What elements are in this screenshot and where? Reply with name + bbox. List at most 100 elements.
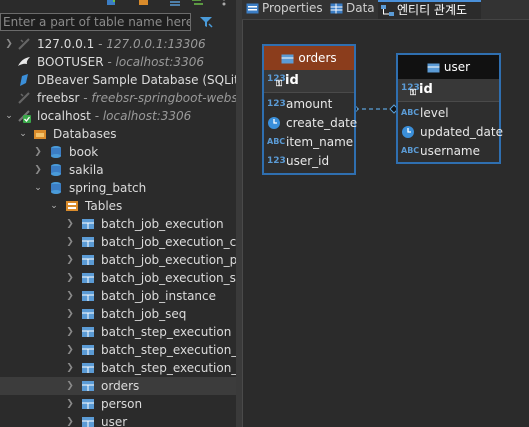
field-name: updated_date <box>420 125 503 139</box>
link-editor-icon[interactable] <box>191 0 203 6</box>
expand-arrow-icon[interactable] <box>4 89 14 107</box>
view-menu-icon[interactable] <box>218 0 230 6</box>
table-icon <box>82 255 94 265</box>
collapse-all-icon[interactable] <box>169 0 181 6</box>
tab-er-diagram[interactable]: 엔티티 관계도 <box>378 0 481 19</box>
add-connection-icon[interactable] <box>106 0 118 6</box>
expand-arrow-icon[interactable]: ❯ <box>65 251 75 269</box>
expand-arrow-icon[interactable]: ❯ <box>4 35 14 53</box>
er-diagram-icon <box>381 5 394 16</box>
expand-arrow-icon[interactable] <box>4 71 14 89</box>
connection-item[interactable]: BOOTUSER - localhost:3306 <box>0 53 236 71</box>
mysql-dolphin-icon <box>18 57 30 66</box>
table-name: batch_step_execution_seq <box>101 361 236 375</box>
tab-data[interactable]: Data <box>330 0 376 19</box>
properties-icon <box>246 3 259 14</box>
field-row[interactable]: create_date <box>264 114 357 133</box>
schema-item[interactable]: ❯ book <box>0 143 236 161</box>
connection-disconnected-icon <box>18 92 30 104</box>
table-item[interactable]: ❯ batch_job_seq <box>0 305 236 323</box>
expand-arrow-icon[interactable]: ❯ <box>65 359 75 377</box>
connection-item[interactable]: ❯ 127.0.0.1 - 127.0.0.1:13306 <box>0 35 236 53</box>
connection-name: localhost <box>37 109 91 123</box>
timestamp-icon <box>268 117 280 129</box>
editor-area: Properties Data 엔티티 관계도 orders 123 ⚿ id 12… <box>242 0 529 427</box>
table-item[interactable]: ❯ batch_job_execution_context <box>0 233 236 251</box>
expand-arrow-icon[interactable]: ❯ <box>65 395 75 413</box>
tab-properties[interactable]: Properties <box>246 0 324 19</box>
collapse-arrow-icon[interactable]: ⌄ <box>18 125 28 143</box>
table-icon <box>82 273 94 283</box>
schema-name: spring_batch <box>69 181 147 195</box>
filter-icon[interactable] <box>199 15 213 29</box>
text-type-icon: ABC <box>267 137 286 146</box>
connection-item[interactable]: ⌄ localhost - localhost:3306 <box>0 107 236 125</box>
expand-arrow-icon[interactable]: ❯ <box>65 305 75 323</box>
expand-arrow-icon[interactable]: ❯ <box>65 413 75 427</box>
connection-item[interactable]: freebsr - freebsr-springboot-webservice <box>0 89 236 107</box>
database-icon <box>51 164 61 176</box>
connection-name: 127.0.0.1 <box>37 37 95 51</box>
entity-header[interactable]: orders <box>264 46 354 70</box>
primary-key-row[interactable]: 123 ⚿ id <box>398 79 499 102</box>
table-icon <box>82 363 94 373</box>
collapse-arrow-icon[interactable]: ⌄ <box>49 197 59 215</box>
entity-orders[interactable]: orders 123 ⚿ id 123 amount create_date ABC ite… <box>262 44 357 175</box>
field-list: 123 amount create_date ABC item_name 123 user_… <box>264 93 357 171</box>
expand-arrow-icon[interactable]: ❯ <box>33 143 43 161</box>
connection-item[interactable]: DBeaver Sample Database (SQLite) <box>0 71 236 89</box>
schema-item[interactable]: ⌄ spring_batch <box>0 179 236 197</box>
relationship-connector[interactable] <box>352 95 400 125</box>
table-item[interactable]: ❯ batch_job_execution_params <box>0 251 236 269</box>
expand-arrow-icon[interactable]: ❯ <box>65 323 75 341</box>
table-item[interactable]: ❯ batch_step_execution <box>0 323 236 341</box>
primary-key-row[interactable]: 123 ⚿ id <box>264 70 354 93</box>
table-name: batch_step_execution <box>101 325 232 339</box>
numeric-type-icon: 123 <box>267 156 286 166</box>
connection-name: DBeaver Sample Database (SQLite) <box>37 73 236 87</box>
collapse-arrow-icon[interactable]: ⌄ <box>33 179 43 197</box>
table-item[interactable]: ❯ person <box>0 395 236 413</box>
field-row[interactable]: ABC level <box>398 104 499 123</box>
table-item[interactable]: ❯ user <box>0 413 236 427</box>
field-row[interactable]: 123 amount <box>264 95 354 114</box>
diagram-edge <box>242 20 243 427</box>
expand-arrow-icon[interactable] <box>4 53 14 71</box>
collapse-arrow-icon[interactable]: ⌄ <box>4 107 14 125</box>
table-item[interactable]: ❯ orders <box>0 377 236 395</box>
schema-item[interactable]: ❯ sakila <box>0 161 236 179</box>
table-item[interactable]: ❯ batch_job_instance <box>0 287 236 305</box>
expand-arrow-icon[interactable]: ❯ <box>65 215 75 233</box>
timestamp-icon <box>402 126 414 138</box>
table-name: batch_job_execution_params <box>101 253 236 267</box>
connection-disconnected-icon <box>18 38 30 50</box>
expand-arrow-icon[interactable]: ❯ <box>65 233 75 251</box>
numeric-key-icon: 123 ⚿ <box>401 83 420 97</box>
table-filter-input[interactable]: Enter a part of table name here <box>0 13 191 31</box>
table-item[interactable]: ❯ batch_step_execution_context <box>0 341 236 359</box>
field-row[interactable]: ABC username <box>398 142 499 161</box>
table-name: batch_job_instance <box>101 289 217 303</box>
table-item[interactable]: ❯ batch_step_execution_seq <box>0 359 236 377</box>
tables-folder-icon <box>66 201 78 211</box>
numeric-type-icon: 123 <box>267 99 286 109</box>
field-row[interactable]: ABC item_name <box>264 133 354 152</box>
tables-folder[interactable]: ⌄ Tables <box>0 197 236 215</box>
schema-name: sakila <box>69 163 104 177</box>
field-row[interactable]: 123 user_id <box>264 152 354 171</box>
table-item[interactable]: ❯ batch_job_execution <box>0 215 236 233</box>
expand-arrow-icon[interactable]: ❯ <box>65 341 75 359</box>
expand-arrow-icon[interactable]: ❯ <box>65 269 75 287</box>
table-icon <box>82 237 94 247</box>
databases-folder[interactable]: ⌄ Databases <box>0 125 236 143</box>
expand-arrow-icon[interactable]: ❯ <box>65 287 75 305</box>
expand-arrow-icon[interactable]: ❯ <box>65 377 75 395</box>
field-name: id <box>285 73 299 88</box>
entity-user[interactable]: user 123 ⚿ id ABC level updated_date ABC usern… <box>396 53 503 164</box>
expand-arrow-icon[interactable]: ❯ <box>33 161 43 179</box>
table-item[interactable]: ❯ batch_job_execution_seq <box>0 269 236 287</box>
entity-header[interactable]: user <box>398 55 499 79</box>
field-name: item_name <box>286 135 354 149</box>
field-row[interactable]: updated_date <box>398 123 503 142</box>
new-folder-icon[interactable] <box>138 0 150 6</box>
